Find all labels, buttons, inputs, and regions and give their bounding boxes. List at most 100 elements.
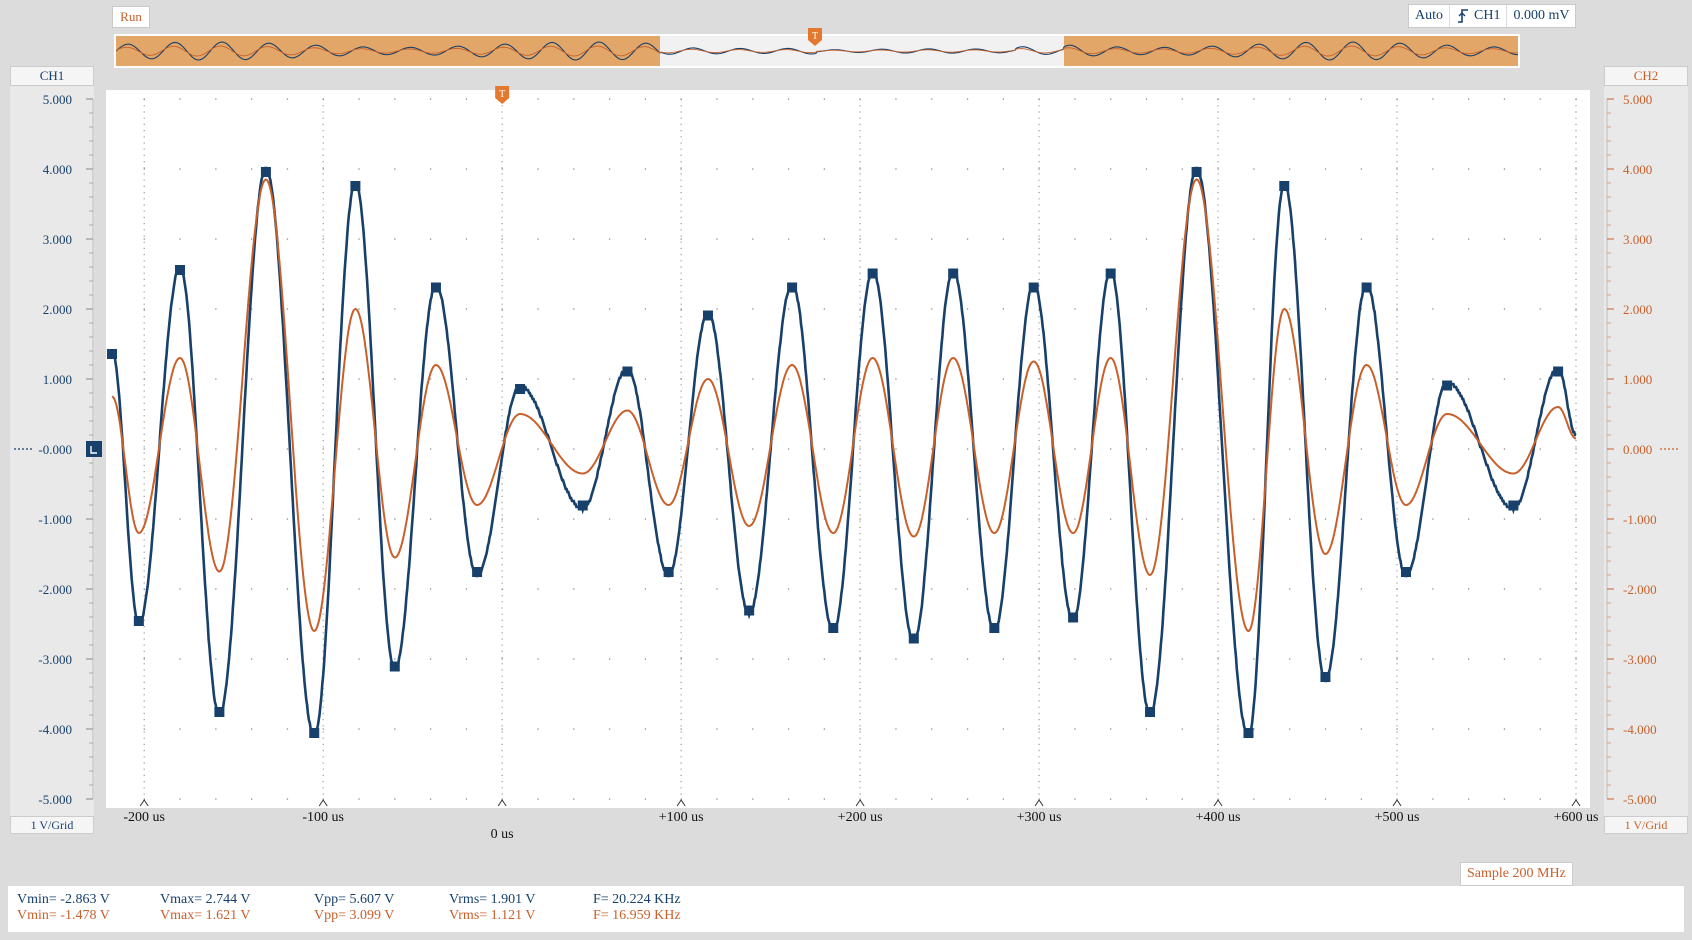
ch1-peak-mark [389,661,400,672]
grid-dot [680,378,682,380]
grid-dot [1503,378,1506,380]
grid-dot [931,798,933,800]
grid-dot [1503,798,1506,800]
ch1-peak-mark [107,349,117,359]
grid-dot [286,798,289,800]
ch1-axis: 5.000 4.000 3.000 2.000 1.000 -0.000 -1.000 -2.… [14,92,94,807]
grid-dot [429,378,432,380]
grid-dot [1468,98,1470,100]
grid-dot [1110,518,1112,520]
grid-dot [1503,308,1506,310]
ch1-peak-mark [1028,282,1039,293]
grid-dot [1289,168,1291,170]
grid-dot [429,98,432,100]
ch2-vpp: Vpp= 3.099 V [314,908,395,923]
ch1-peak-mark [309,728,320,738]
grid-dot [358,518,360,520]
grid-dot [215,448,217,450]
grid-dot [394,238,396,240]
grid-dot [429,798,432,800]
grid-dot [752,798,754,800]
ch1-peak-mark [1320,672,1331,682]
grid-dot [1503,98,1506,100]
grid-dot [1324,588,1327,590]
grid-dot [931,168,933,170]
grid-dot [1217,168,1219,170]
grid-dot [394,798,396,800]
grid-dot [931,98,933,100]
grid-dot [501,378,503,380]
grid-dot [895,798,897,800]
grid-dot [1468,658,1470,660]
ch1-tick-label: 5.000 [43,92,72,107]
grid-dot [286,168,289,170]
grid-dot [716,308,718,310]
sample-rate: Sample 200 MHz [1460,862,1573,886]
grid-dot [215,238,217,240]
time-tick-label: +200 us [838,810,883,825]
grid-dot [823,378,826,380]
grid-dot [895,588,897,590]
grid-dot [1575,168,1577,170]
grid-dot [143,308,145,310]
grid-dot [1145,588,1148,590]
grid-dot [1002,728,1004,730]
grid-dot [1110,798,1112,800]
ch1-peak-mark [133,616,144,626]
grid-dot [179,448,181,450]
grid-dot [787,168,790,170]
grid-dot [1145,378,1148,380]
grid-dot [752,658,754,660]
grid-dot [1002,98,1004,100]
trigger-marker-icon[interactable]: T [495,86,510,104]
grid-dot [322,98,324,100]
grid-dot [322,308,324,310]
grid-dot [931,378,933,380]
grid-dot [859,658,861,660]
ch1-peak-mark [1105,268,1116,279]
grid-dot [1539,168,1541,170]
grid-dot [1324,238,1327,240]
ch1-peak-mark [350,181,361,191]
ch1-peak-mark [175,265,186,275]
ch1-peak-mark [787,282,798,293]
grid-dot [1074,98,1076,100]
grid-dot [394,98,396,100]
grid-dot [1253,168,1255,170]
grid-dot [322,518,324,520]
grid-dot [931,728,933,730]
grid-dot [931,308,933,310]
grid-dot [1181,728,1183,730]
grid-dot [465,658,468,660]
grid-dot [1289,238,1291,240]
grid-dot [787,238,790,240]
grid-dot [787,798,790,800]
time-tick [497,799,507,807]
grid-dot [1181,238,1183,240]
grid-dot [680,98,682,100]
grid-dot [1324,728,1327,730]
grid-dot [1324,518,1327,520]
grid-dot [465,798,468,800]
ch1-offset-marker-icon[interactable] [86,441,102,457]
ch1-vmax: Vmax= 2.744 V [160,892,251,907]
grid-dot [787,728,790,730]
grid-dot [358,168,360,170]
ch1-peak-mark [1145,707,1156,717]
ch1-vrms: Vrms= 1.901 V [449,892,536,907]
ch1-peak-mark [1400,567,1411,577]
grid-dot [465,308,468,310]
grid-dot [608,588,611,590]
grid-dot [573,308,575,310]
ch1-peak-mark [260,167,271,177]
grid-dot [358,728,360,730]
grid-dot [1002,658,1004,660]
grid-dot [1503,588,1506,590]
ch2-tick-label: 5.000 [1623,92,1652,107]
ch1-peak-mark [622,366,633,377]
grid-dot [215,728,217,730]
grid-dot [1503,448,1506,450]
grid-dot [966,448,969,450]
grid-dot [1396,658,1398,660]
grid-dot [573,798,575,800]
